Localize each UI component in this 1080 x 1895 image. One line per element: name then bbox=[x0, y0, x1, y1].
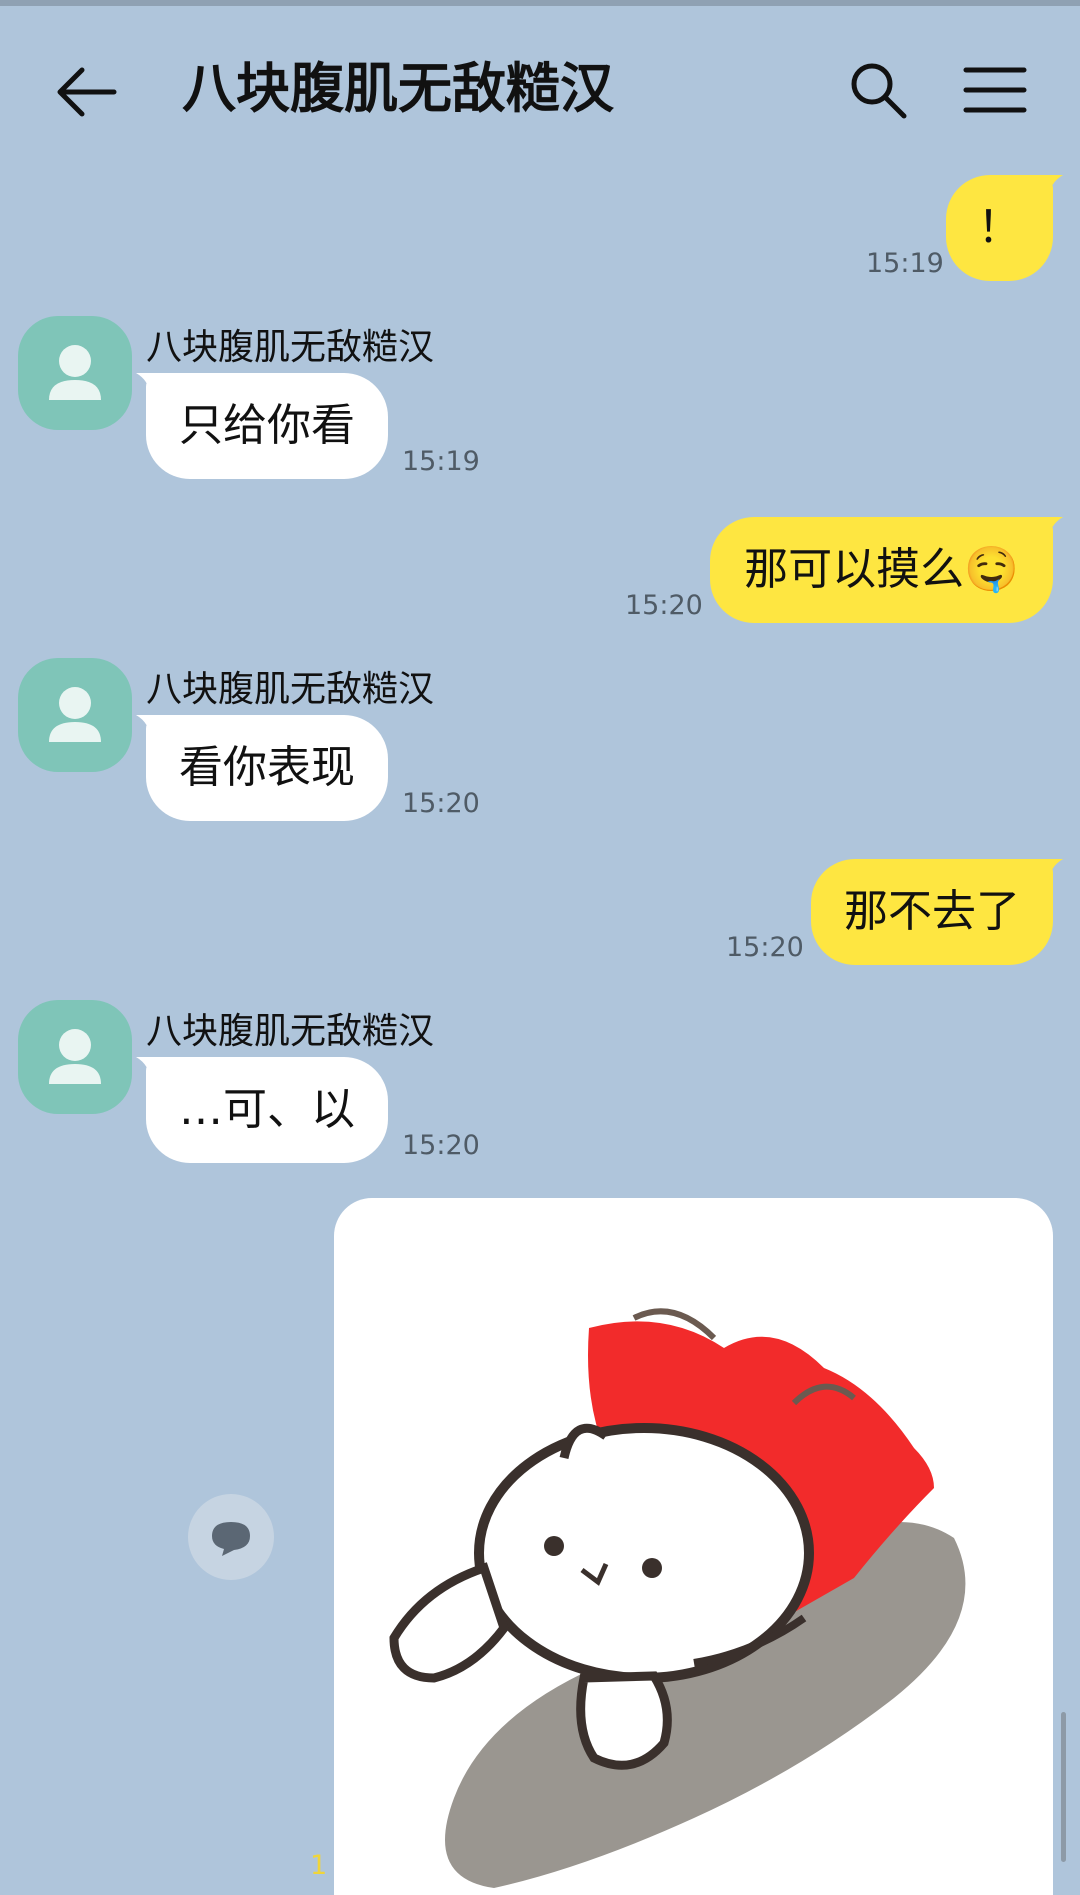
bubble-tail bbox=[1039, 859, 1063, 883]
message-text: 看你表现 bbox=[179, 742, 355, 793]
received-message-bubble[interactable]: 只给你看 bbox=[136, 373, 388, 479]
chat-header: 八块腹肌无敌糙汉 bbox=[0, 40, 1080, 140]
bubble-tail bbox=[1039, 175, 1063, 199]
menu-button[interactable] bbox=[962, 60, 1028, 120]
user-silhouette-icon bbox=[49, 1029, 101, 1084]
bubble-tail bbox=[1039, 517, 1063, 541]
unread-count: 1 bbox=[310, 1850, 328, 1881]
menu-icon bbox=[963, 67, 1027, 113]
received-message-bubble[interactable]: …可、以 bbox=[136, 1057, 388, 1163]
arrow-left-icon bbox=[57, 67, 117, 117]
received-message-bubble[interactable]: 看你表现 bbox=[136, 715, 388, 821]
avatar[interactable] bbox=[18, 316, 132, 430]
message-text: 只给你看 bbox=[179, 400, 355, 451]
back-button[interactable] bbox=[52, 62, 122, 122]
message-text: …可、以 bbox=[179, 1084, 355, 1135]
sent-message-bubble[interactable]: ！ bbox=[946, 175, 1063, 281]
message-time: 15:20 bbox=[402, 788, 480, 819]
bubble-tail bbox=[136, 1057, 160, 1081]
avatar[interactable] bbox=[18, 658, 132, 772]
message-text: 那不去了 bbox=[844, 886, 1020, 937]
chat-title: 八块腹肌无敌糙汉 bbox=[182, 57, 614, 120]
sender-name: 八块腹肌无敌糙汉 bbox=[146, 669, 435, 710]
speech-bubble-icon bbox=[212, 1522, 250, 1556]
message-time: 15:20 bbox=[625, 590, 703, 621]
cat-with-red-cape-sticker bbox=[389, 1308, 966, 1888]
message-time: 15:20 bbox=[402, 1130, 480, 1161]
message-time: 15:19 bbox=[402, 446, 480, 477]
status-strip bbox=[0, 0, 1080, 6]
reply-button[interactable] bbox=[188, 1494, 274, 1580]
sent-message-bubble[interactable]: 那不去了 bbox=[811, 859, 1063, 965]
bubble-tail bbox=[136, 715, 160, 739]
sender-name: 八块腹肌无敌糙汉 bbox=[146, 1011, 435, 1052]
search-icon bbox=[851, 63, 907, 119]
avatar[interactable] bbox=[18, 1000, 132, 1114]
message-text: 那可以摸么🤤 bbox=[744, 544, 1019, 595]
sent-message-bubble[interactable]: 那可以摸么🤤 bbox=[710, 517, 1063, 623]
message-time: 15:20 bbox=[726, 932, 804, 963]
message-time: 15:19 bbox=[866, 248, 944, 279]
user-silhouette-icon bbox=[49, 345, 101, 400]
bubble-tail bbox=[136, 373, 160, 397]
sticker-message[interactable] bbox=[334, 1198, 1053, 1895]
search-button[interactable] bbox=[846, 58, 910, 122]
user-silhouette-icon bbox=[49, 687, 101, 742]
scrollbar[interactable] bbox=[1061, 1712, 1066, 1862]
message-text: ！ bbox=[977, 202, 1022, 253]
sender-name: 八块腹肌无敌糙汉 bbox=[146, 327, 435, 368]
